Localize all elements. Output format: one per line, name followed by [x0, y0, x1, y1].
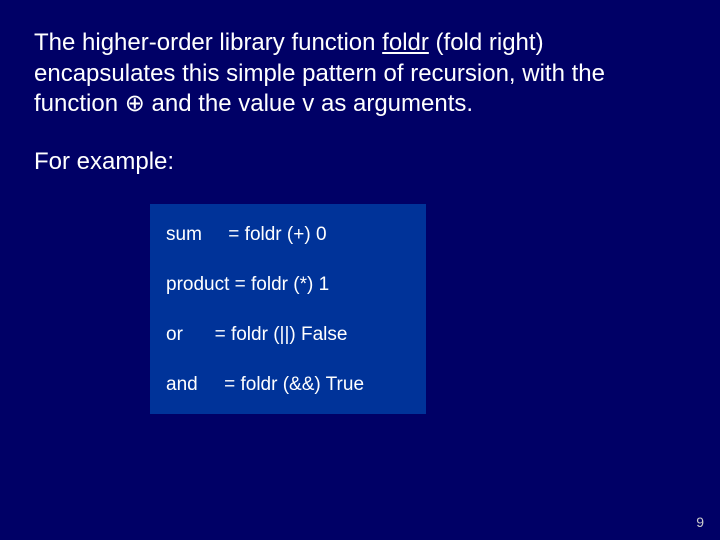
code-box: sum = foldr (+) 0 product = foldr (*) 1 …	[150, 204, 426, 414]
code-row-and: and = foldr (&&) True	[166, 374, 410, 396]
code-keyword: sum	[166, 224, 228, 246]
code-keyword: product	[166, 274, 235, 296]
slide: The higher-order library function foldr …	[0, 0, 720, 540]
code-row-product: product = foldr (*) 1	[166, 274, 410, 296]
code-keyword: and	[166, 374, 224, 396]
code-row-sum: sum = foldr (+) 0	[166, 224, 410, 246]
intro-foldr: foldr	[382, 29, 429, 56]
code-rhs: = foldr (&&) True	[224, 374, 364, 396]
code-keyword: or	[166, 324, 215, 346]
page-number: 9	[696, 514, 704, 530]
code-rhs: = foldr (+) 0	[228, 224, 326, 246]
example-label: For example:	[34, 148, 686, 176]
code-rhs: = foldr (||) False	[215, 324, 348, 346]
intro-paragraph: The higher-order library function foldr …	[34, 28, 686, 120]
code-rhs: = foldr (*) 1	[235, 274, 330, 296]
intro-text-1: The higher-order library function	[34, 29, 382, 56]
code-row-or: or = foldr (||) False	[166, 324, 410, 346]
intro-text-3: and the value v as arguments.	[145, 90, 473, 117]
oplus-symbol: ⊕	[125, 90, 145, 117]
